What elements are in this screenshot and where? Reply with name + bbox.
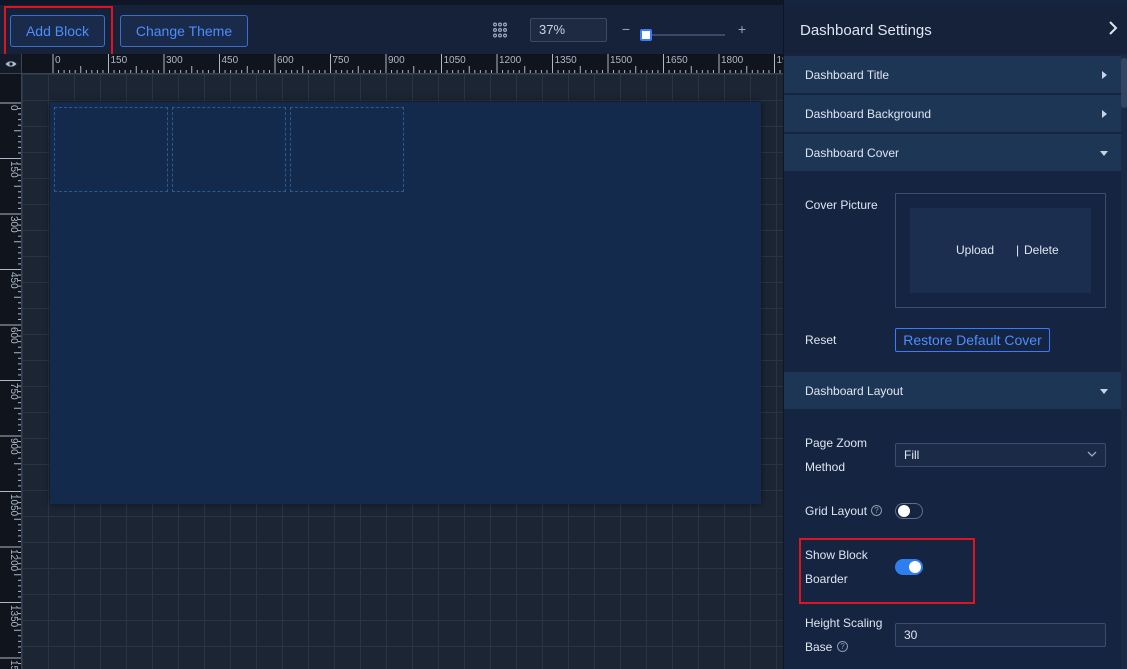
ruler-label: 750 (8, 382, 19, 400)
ruler-label: 300 (8, 216, 19, 233)
ruler-label: 0 (55, 55, 61, 66)
show-block-border-label-line2: Boarder (805, 572, 848, 586)
page-zoom-method-label-line2: Method (805, 460, 846, 474)
panel-title: Dashboard Settings (800, 22, 932, 39)
caret-down-icon (1100, 151, 1108, 156)
grid-layout-label: Grid Layout (805, 504, 868, 518)
help-icon[interactable]: ? (837, 641, 848, 652)
ruler-label: 600 (8, 327, 19, 344)
toggle-knob (909, 561, 921, 573)
ruler-label: 1200 (499, 55, 522, 66)
ruler-label: 1050 (8, 493, 19, 516)
ruler-label: 1350 (8, 604, 19, 627)
ruler-label: 900 (388, 55, 405, 66)
zoom-slider-handle[interactable] (640, 29, 652, 41)
section-label: Dashboard Background (805, 107, 932, 121)
ruler-label: 150 (110, 55, 128, 66)
cover-picture-box: Upload | Delete (895, 193, 1106, 308)
section-label: Dashboard Layout (805, 384, 904, 398)
ruler-label: 450 (8, 271, 19, 289)
eye-icon[interactable] (5, 60, 17, 68)
show-block-border-toggle[interactable] (895, 559, 923, 575)
ruler-label: 15 (8, 660, 19, 669)
ruler-label: 300 (166, 55, 183, 66)
dashboard-block[interactable] (290, 107, 404, 192)
ruler-label: 1500 (610, 55, 633, 66)
page-zoom-method-select[interactable]: Fill (895, 443, 1106, 467)
ruler-corner (0, 54, 22, 74)
ruler-label: 1800 (721, 55, 744, 66)
ruler-label: 1200 (8, 549, 19, 572)
dashboard-block[interactable] (54, 107, 168, 192)
scrollbar-thumb[interactable] (1121, 58, 1127, 108)
ruler-label: 450 (221, 55, 239, 66)
ruler-label: 1650 (665, 55, 688, 66)
zoom-out-button[interactable]: − (620, 22, 632, 36)
change-theme-button[interactable]: Change Theme (120, 15, 248, 47)
ruler-label: 1050 (443, 55, 466, 66)
panel-header: Dashboard Settings (784, 5, 1127, 54)
help-icon[interactable]: ? (871, 505, 882, 516)
section-dashboard-title[interactable]: Dashboard Title (784, 56, 1122, 94)
caret-right-icon (1102, 110, 1107, 118)
reset-label: Reset (805, 333, 837, 347)
height-scaling-base-label: Height Scaling (805, 616, 883, 630)
ruler-label: 750 (332, 55, 350, 66)
section-label: Dashboard Title (805, 68, 890, 82)
panel-scrollbar[interactable] (1121, 54, 1127, 669)
toggle-knob (898, 505, 910, 517)
dashboard-block[interactable] (172, 107, 286, 192)
ruler-label: 600 (277, 55, 294, 66)
design-canvas[interactable] (22, 74, 783, 669)
vertical-ruler: 0 150 300 450 600 750 900 1050 1200 1350 15 (0, 74, 22, 669)
zoom-slider-track[interactable] (641, 34, 725, 36)
caret-right-icon (1102, 71, 1107, 79)
add-block-button[interactable]: Add Block (10, 15, 105, 47)
cover-picture-preview: Upload | Delete (910, 208, 1091, 293)
settings-panel: Dashboard Settings Dashboard Title Dashb… (783, 0, 1127, 669)
cover-picture-label: Cover Picture (805, 198, 878, 212)
ruler-label: 1350 (554, 55, 577, 66)
height-scaling-base-input[interactable]: 30 (895, 623, 1106, 647)
ruler-label: 0 (8, 105, 19, 111)
horizontal-ruler: 0 150 300 450 600 750 900 1050 1200 1350 1500 1650 1… (22, 54, 783, 74)
page-zoom-method-label: Page Zoom (805, 436, 868, 450)
ruler-label: 900 (8, 438, 19, 455)
section-dashboard-background[interactable]: Dashboard Background (784, 95, 1122, 133)
ruler-label: 150 (8, 160, 19, 178)
zoom-in-button[interactable]: + (736, 22, 748, 36)
delete-link[interactable]: Delete (1024, 243, 1059, 257)
restore-default-cover-button[interactable]: Restore Default Cover (895, 328, 1050, 352)
link-separator: | (1016, 243, 1020, 257)
zoom-level-input[interactable]: 37% (530, 18, 607, 42)
section-dashboard-layout[interactable]: Dashboard Layout (784, 372, 1122, 410)
show-block-border-label: Show Block (805, 548, 868, 562)
section-label: Dashboard Cover (805, 146, 900, 160)
chevron-right-icon[interactable] (1108, 20, 1118, 36)
caret-down-icon (1100, 389, 1108, 394)
section-dashboard-cover[interactable]: Dashboard Cover (784, 134, 1122, 172)
upload-link[interactable]: Upload (956, 243, 994, 257)
dashboard-page[interactable] (50, 102, 761, 504)
height-scaling-base-label-line2: Base (805, 640, 833, 654)
grid-icon[interactable] (492, 22, 508, 38)
top-toolbar: Add Block Change Theme 37% − + (0, 0, 783, 54)
select-value: Fill (904, 448, 920, 462)
chevron-down-icon (1087, 451, 1097, 457)
grid-layout-toggle[interactable] (895, 503, 923, 519)
